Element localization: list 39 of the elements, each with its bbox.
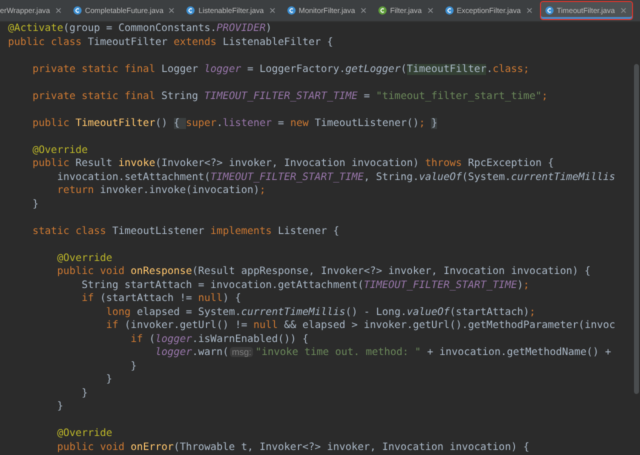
class-icon <box>186 6 196 15</box>
code-line: } <box>56 400 64 414</box>
code-line: long elapsed = System.currentTimeMillis() - Long.valueOf(startAttach); <box>105 306 536 319</box>
code-line: logger.warn( msg: "invoke time out. method: " + invocation.getMethodName() + <box>154 346 612 360</box>
code-line: } <box>105 373 112 386</box>
close-icon[interactable] <box>168 7 176 14</box>
class-icon <box>72 6 82 15</box>
close-icon[interactable] <box>54 7 62 14</box>
code-line: private static final Logger logger = LoggerFactory.getLogger(TimeoutFilter.class; <box>32 62 530 76</box>
code-line: public TimeoutFilter() { super.listener = new TimeoutListener(); } <box>32 116 438 130</box>
scrollbar-thumb[interactable] <box>634 64 639 394</box>
code-line: invocation.setAttachment(TIMEOUT_FILTER_START_TIME, String.valueOf(System.currentTimeMillis <box>56 170 616 184</box>
close-icon[interactable] <box>526 7 533 14</box>
class-icon <box>444 6 454 15</box>
code-line: } <box>130 360 137 373</box>
code-line: String startAttach = invocation.getAttachment(TIMEOUT_FILTER_START_TIME); <box>80 278 530 292</box>
code-line: @Override <box>56 252 112 265</box>
code-line: if (invoker.getUrl() != null && elapsed > invoker.getUrl().getMethodParameter(invoc <box>105 319 616 332</box>
code-line: if (startAttach != null) { <box>80 292 242 306</box>
close-icon[interactable] <box>620 7 627 14</box>
interface-icon <box>378 6 388 15</box>
code-line: public void onError(Throwable t, Invoker<?> invoker, Invocation invocation) { <box>56 440 530 454</box>
code-line: static class TimeoutListener implements Listener { <box>32 224 340 238</box>
code-line: @Override <box>32 144 88 157</box>
close-icon[interactable] <box>268 7 276 14</box>
code-line: } <box>80 386 88 400</box>
class-icon <box>286 6 296 15</box>
code-line: @Activate(group = CommonConstants.PROVIDER) <box>8 22 272 36</box>
code-line: if (logger.isWarnEnabled()) { <box>130 332 309 346</box>
code-line: public void onResponse(Result appResponse, Invoker<?> invoker, Invocation invocation) { <box>56 265 591 278</box>
close-icon[interactable] <box>426 7 434 14</box>
code-line: return invoker.invoke(invocation); <box>56 184 266 198</box>
code-line: public class TimeoutFilter extends ListenableFilter { <box>8 36 334 49</box>
code-line: public Result invoke(Invoker<?> invoker, Invocation invocation) throws RpcException { <box>32 157 554 170</box>
code-line: @Override <box>56 427 112 440</box>
code-line: private static final String TIMEOUT_FILTER_START_TIME = "timeout_filter_start_time"; <box>32 90 548 103</box>
class-icon <box>544 6 554 15</box>
code-line: } <box>32 198 39 211</box>
close-icon[interactable] <box>360 7 368 14</box>
